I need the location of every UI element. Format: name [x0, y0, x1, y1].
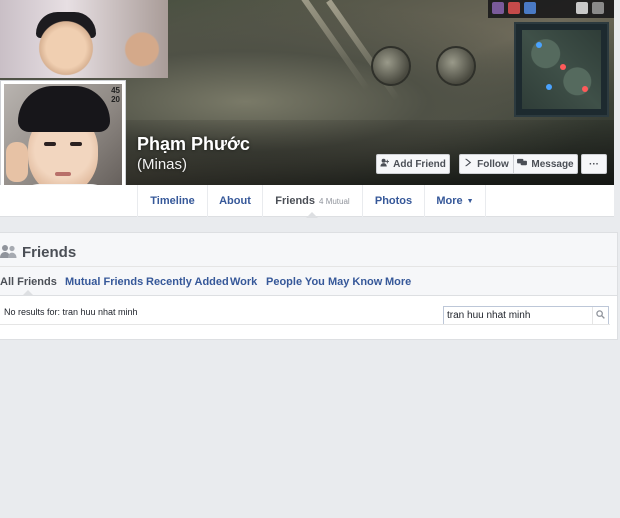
active-subtab-indicator [22, 290, 34, 296]
follow-button[interactable]: Follow [459, 154, 514, 174]
profile-name[interactable]: Phạm Phước [137, 134, 250, 155]
game-hud [488, 0, 614, 18]
follow-label: Follow [477, 158, 509, 170]
message-button[interactable]: Message [514, 154, 578, 174]
tab-more-label: More [436, 195, 463, 207]
follow-icon [464, 158, 473, 170]
friends-panel: Friends All Friends Mutual Friends Recen… [0, 232, 618, 340]
tab-more[interactable]: More ▼ [424, 185, 486, 217]
add-friend-label: Add Friend [393, 158, 446, 170]
tab-friends-label: Friends [275, 195, 316, 207]
cover-turret [436, 46, 476, 86]
more-actions-label: ··· [589, 158, 599, 170]
add-friend-button[interactable]: Add Friend [376, 154, 450, 174]
subtab-recently-added[interactable]: Recently Added [146, 276, 229, 288]
friends-icon [0, 244, 18, 258]
tab-timeline[interactable]: Timeline [137, 185, 207, 217]
friends-search-input[interactable] [444, 307, 592, 324]
cover-turret [371, 46, 411, 86]
profile-alternate-name: (Minas) [137, 156, 188, 173]
message-icon [517, 158, 528, 170]
no-results-message: No results for: tran huu nhat minh [4, 307, 138, 317]
subtab-all-friends[interactable]: All Friends [0, 276, 57, 288]
subtab-work[interactable]: Work [230, 276, 257, 288]
tab-about[interactable]: About [207, 185, 262, 217]
tab-timeline-label: Timeline [150, 195, 195, 207]
game-minimap [514, 22, 609, 117]
add-friend-icon [380, 158, 390, 170]
mutual-friends-count: 4 Mutual [319, 196, 350, 206]
tab-photos[interactable]: Photos [362, 185, 424, 217]
friends-section-title: Friends [22, 244, 77, 261]
tab-about-label: About [219, 195, 251, 207]
more-actions-button[interactable]: ··· [581, 154, 607, 174]
active-tab-indicator [306, 212, 318, 218]
friends-header: Friends [0, 233, 617, 267]
tab-photos-label: Photos [374, 195, 413, 207]
divider [0, 324, 610, 325]
subtab-people-you-may-know[interactable]: People You May Know [266, 276, 382, 288]
friends-search-box [443, 306, 609, 325]
chevron-down-icon: ▼ [466, 197, 474, 205]
search-button[interactable] [592, 307, 608, 324]
avatar-overlay-text: 45 20 [111, 86, 120, 104]
message-label: Message [531, 158, 574, 170]
subtab-more[interactable]: More [385, 276, 411, 288]
cover-inset-photo [0, 0, 168, 78]
subtab-mutual-friends[interactable]: Mutual Friends [65, 276, 143, 288]
search-icon [596, 309, 605, 322]
friends-subtabs: All Friends Mutual Friends Recently Adde… [0, 267, 617, 325]
